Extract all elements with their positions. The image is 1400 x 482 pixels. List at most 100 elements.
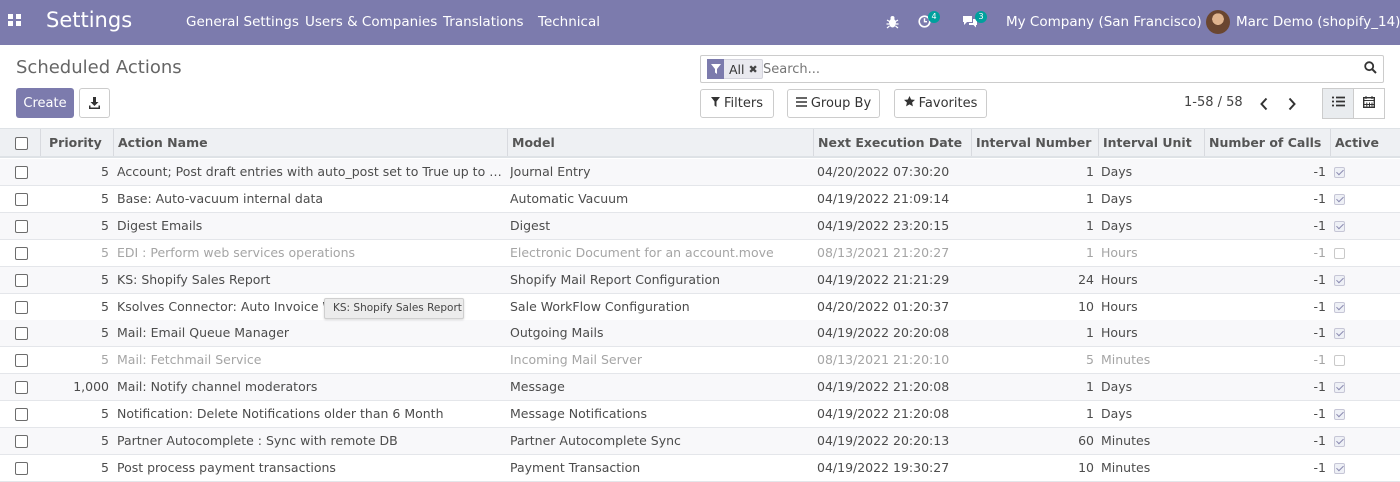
row-select-checkbox[interactable] bbox=[15, 166, 28, 179]
cell-model: Sale WorkFlow Configuration bbox=[510, 298, 690, 314]
cell-interval-number: 1 bbox=[1086, 190, 1094, 206]
cell-interval-unit: Minutes bbox=[1101, 352, 1151, 368]
row-select-checkbox[interactable] bbox=[15, 461, 28, 475]
facet-remove-icon[interactable]: ✖ bbox=[749, 63, 762, 76]
cell-interval-unit: Days bbox=[1101, 190, 1133, 206]
cell-action-name: Notification: Delete Notifications older… bbox=[117, 406, 444, 422]
column-interval-number[interactable]: Interval Number bbox=[971, 129, 1098, 156]
row-select-checkbox[interactable] bbox=[15, 273, 28, 287]
search-input[interactable] bbox=[763, 60, 1343, 78]
active-checkbox bbox=[1334, 220, 1345, 232]
cell-number-of-calls: -1 bbox=[1313, 352, 1326, 368]
cell-next-execution-date: 04/19/2022 23:20:15 bbox=[817, 217, 950, 233]
table-row[interactable]: 5 Ksolves Connector: Auto Invoice W Sale W… bbox=[0, 294, 1400, 321]
column-number-of-calls[interactable]: Number of Calls bbox=[1204, 129, 1330, 156]
cell-action-name: Partner Autocomplete : Sync with remote … bbox=[117, 433, 398, 448]
row-select-checkbox[interactable] bbox=[15, 408, 28, 422]
message-count-badge: 3 bbox=[975, 11, 987, 23]
list-view-button[interactable] bbox=[1322, 88, 1354, 119]
pager-value[interactable]: 1-58 / 58 bbox=[1184, 95, 1243, 110]
cell-interval-unit: Minutes bbox=[1101, 433, 1151, 448]
row-select-checkbox[interactable] bbox=[15, 435, 28, 448]
table-row[interactable]: 5 Mail: Fetchmail Service Incoming Mail Se… bbox=[0, 347, 1400, 375]
cell-interval-unit: Days bbox=[1101, 164, 1133, 179]
group-by-button[interactable]: Group By bbox=[787, 89, 880, 118]
download-button[interactable] bbox=[79, 88, 110, 118]
cell-action-name: EDI : Perform web services operations bbox=[117, 244, 356, 260]
cell-priority: 5 bbox=[101, 244, 109, 260]
column-next-execution-date[interactable]: Next Execution Date bbox=[813, 129, 971, 156]
messages-chat-icon[interactable]: 3 bbox=[962, 11, 987, 32]
row-select-checkbox[interactable] bbox=[15, 192, 28, 206]
column-priority[interactable]: Priority bbox=[40, 129, 113, 156]
select-all-checkbox[interactable] bbox=[15, 137, 28, 150]
cell-model: Automatic Vacuum bbox=[510, 190, 629, 206]
table-row[interactable]: 5 KS: Shopify Sales Report Shopify Mail Re… bbox=[0, 266, 1400, 294]
cell-next-execution-date: 04/20/2022 07:30:20 bbox=[817, 164, 950, 179]
filters-button[interactable]: Filters bbox=[700, 89, 774, 118]
table-row[interactable]: 5 EDI : Perform web services operations El… bbox=[0, 240, 1400, 267]
table-row[interactable]: 5 Digest Emails Digest 04/19/2022 23:20:15 1… bbox=[0, 212, 1400, 240]
table-row[interactable]: 5 Base: Auto-vacuum internal data Automati… bbox=[0, 186, 1400, 213]
apps-grid-icon[interactable] bbox=[8, 14, 22, 28]
search-icon[interactable] bbox=[1364, 61, 1377, 78]
list-view-icon bbox=[1331, 96, 1345, 111]
column-interval-unit[interactable]: Interval Unit bbox=[1098, 129, 1204, 156]
cell-next-execution-date: 08/13/2021 21:20:10 bbox=[817, 352, 950, 368]
column-active[interactable]: Active bbox=[1330, 129, 1400, 156]
table-row[interactable]: 5 Mail: Email Queue Manager Outgoing Mails… bbox=[0, 320, 1400, 348]
table-row[interactable]: 5 Notification: Delete Notifications olde… bbox=[0, 401, 1400, 429]
company-switcher[interactable]: My Company (San Francisco) bbox=[1006, 14, 1202, 30]
favorites-button[interactable]: Favorites bbox=[894, 89, 987, 118]
cell-next-execution-date: 04/19/2022 20:20:08 bbox=[817, 325, 950, 341]
menu-users-companies[interactable]: Users & Companies bbox=[305, 14, 437, 30]
column-action-name[interactable]: Action Name bbox=[113, 129, 507, 156]
top-navbar: Settings General Settings Users & Compan… bbox=[0, 0, 1400, 45]
table-row[interactable]: 5 Partner Autocomplete : Sync with remote… bbox=[0, 428, 1400, 455]
menu-technical[interactable]: Technical bbox=[538, 14, 600, 30]
app-brand-title[interactable]: Settings bbox=[46, 8, 132, 32]
group-by-icon bbox=[795, 96, 807, 111]
table-row[interactable]: 5 Account; Post draft entries with auto_p… bbox=[0, 159, 1400, 186]
cell-interval-number: 10 bbox=[1078, 298, 1094, 314]
cell-priority: 5 bbox=[101, 190, 109, 206]
cell-interval-number: 1 bbox=[1086, 379, 1094, 395]
user-menu[interactable]: Marc Demo (shopify_14) bbox=[1236, 14, 1400, 30]
cell-model: Message bbox=[510, 379, 565, 395]
row-select-checkbox[interactable] bbox=[15, 354, 28, 368]
bug-icon[interactable] bbox=[886, 15, 899, 33]
download-icon bbox=[89, 96, 100, 112]
cell-priority: 5 bbox=[101, 433, 109, 448]
table-header: Priority Action Name Model Next Executio… bbox=[0, 129, 1400, 158]
column-model[interactable]: Model bbox=[507, 129, 813, 156]
user-avatar[interactable] bbox=[1206, 10, 1230, 34]
pager-next-icon[interactable] bbox=[1287, 97, 1299, 111]
cell-action-name: KS: Shopify Sales Report bbox=[117, 271, 271, 287]
pager-previous-icon[interactable] bbox=[1259, 97, 1271, 111]
menu-translations[interactable]: Translations bbox=[443, 14, 524, 30]
row-select-checkbox[interactable] bbox=[15, 219, 28, 233]
active-checkbox bbox=[1334, 436, 1345, 447]
cell-number-of-calls: -1 bbox=[1313, 217, 1326, 233]
menu-general-settings[interactable]: General Settings bbox=[186, 14, 299, 30]
cell-priority: 5 bbox=[101, 406, 109, 422]
cell-number-of-calls: -1 bbox=[1313, 433, 1326, 448]
create-button[interactable]: Create bbox=[16, 88, 74, 118]
cell-number-of-calls: -1 bbox=[1313, 325, 1326, 341]
activity-count-badge: 4 bbox=[928, 11, 940, 23]
calendar-view-button[interactable] bbox=[1353, 88, 1385, 119]
row-select-checkbox[interactable] bbox=[15, 381, 28, 395]
row-select-checkbox[interactable] bbox=[15, 327, 28, 341]
cell-interval-unit: Hours bbox=[1101, 325, 1138, 341]
table-row[interactable]: 5 Post process payment transactions Paymen… bbox=[0, 455, 1400, 482]
activity-clock-icon[interactable]: 4 bbox=[918, 11, 940, 32]
table-row[interactable]: 1,000 Mail: Notify channel moderators Mess… bbox=[0, 374, 1400, 402]
search-facet[interactable]: All ✖ bbox=[707, 58, 763, 79]
row-select-checkbox[interactable] bbox=[15, 246, 28, 260]
search-bar[interactable]: All ✖ bbox=[700, 55, 1384, 83]
row-select-checkbox[interactable] bbox=[15, 300, 28, 314]
active-checkbox bbox=[1334, 247, 1345, 259]
cell-number-of-calls: -1 bbox=[1313, 271, 1326, 287]
active-checkbox bbox=[1334, 328, 1345, 340]
cell-number-of-calls: -1 bbox=[1313, 298, 1326, 314]
